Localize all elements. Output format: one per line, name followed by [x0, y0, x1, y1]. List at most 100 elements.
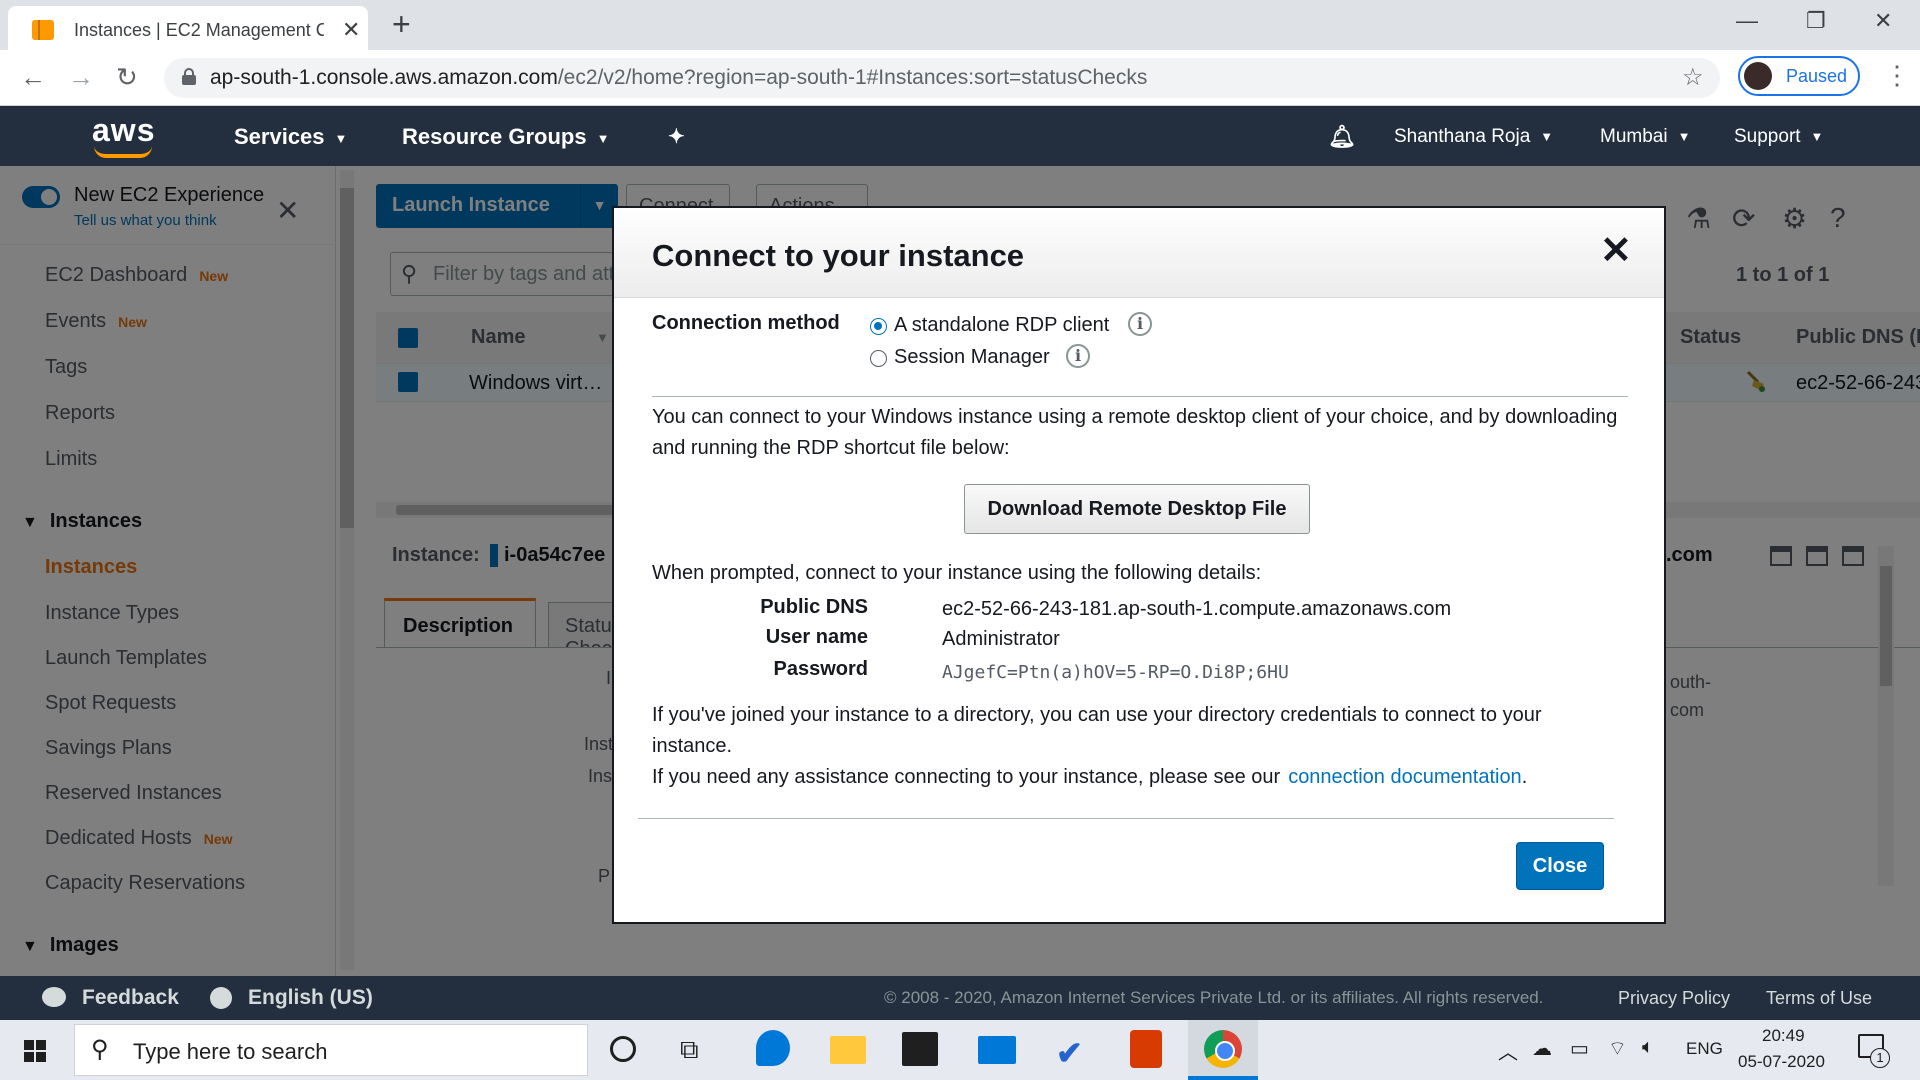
- connection-documentation-link[interactable]: connection documentation: [1288, 766, 1522, 788]
- taskbar-search-input[interactable]: ⚲ Type here to search: [74, 1024, 588, 1076]
- reload-icon[interactable]: ↻: [116, 62, 138, 93]
- url-host: ap-south-1.console.aws.amazon.com: [210, 66, 558, 89]
- terms-of-use-link[interactable]: Terms of Use: [1766, 988, 1872, 1009]
- prompt-text: When prompted, connect to your instance …: [652, 562, 1262, 584]
- assist-text: If you need any assistance connecting to…: [652, 766, 1527, 789]
- cortana-icon[interactable]: [610, 1036, 636, 1062]
- user-name-value[interactable]: Administrator: [942, 628, 1060, 651]
- copyright-text: © 2008 - 2020, Amazon Internet Services …: [884, 988, 1544, 1007]
- chevron-down-icon: ▼: [1810, 129, 1824, 145]
- services-menu[interactable]: Services ▼: [234, 124, 347, 150]
- rdp-intro-text: You can connect to your Windows instance…: [652, 406, 1618, 459]
- assist-sentence: If you need any assistance connecting to…: [652, 766, 1281, 788]
- pushpin-icon[interactable]: ✦: [668, 124, 685, 149]
- dialog-header: Connect to your instance ✕: [614, 208, 1664, 298]
- user-name: Shanthana Roja: [1394, 126, 1531, 147]
- back-arrow-icon[interactable]: ←: [20, 62, 46, 93]
- bell-icon[interactable]: 🔔︎: [1328, 124, 1356, 150]
- clock-date[interactable]: 05-07-2020: [1738, 1052, 1825, 1072]
- forward-arrow-icon[interactable]: →: [68, 62, 94, 93]
- clock-time[interactable]: 20:49: [1762, 1026, 1805, 1046]
- user-name-label: User name: [765, 626, 868, 648]
- browser-tab[interactable]: Instances | EC2 Management Console ✕: [8, 6, 368, 50]
- services-label: Services: [234, 124, 325, 149]
- connect-instance-dialog: Connect to your instance ✕ Connection me…: [612, 206, 1666, 924]
- close-icon[interactable]: ✕: [1600, 232, 1632, 270]
- close-button[interactable]: Close: [1516, 842, 1604, 890]
- privacy-policy-link[interactable]: Privacy Policy: [1618, 988, 1730, 1009]
- session-manager-label[interactable]: Session Manager: [894, 346, 1050, 369]
- support-label: Support: [1734, 126, 1801, 147]
- speech-bubble-icon[interactable]: [42, 987, 66, 1007]
- browser-menu-icon[interactable]: ⋮: [1884, 60, 1910, 91]
- aws-top-nav: aws Services ▼ Resource Groups ▼ ✦ 🔔︎ Shan…: [0, 106, 1920, 166]
- chevron-down-icon: ▼: [334, 130, 348, 146]
- todo-icon[interactable]: ✔: [1056, 1034, 1083, 1072]
- lock-icon[interactable]: [182, 68, 196, 85]
- battery-icon[interactable]: ▭: [1570, 1036, 1589, 1061]
- chrome-icon[interactable]: [1204, 1030, 1242, 1068]
- url-path: /ec2/v2/home?region=ap-south-1#Instances…: [557, 66, 1148, 89]
- chevron-down-icon: ▼: [1677, 129, 1691, 145]
- password-label: Password: [773, 658, 868, 680]
- dialog-title: Connect to your instance: [652, 238, 1025, 273]
- resource-groups-menu[interactable]: Resource Groups ▼: [402, 124, 609, 150]
- minimize-button[interactable]: —: [1736, 8, 1758, 34]
- divider: [652, 396, 1628, 397]
- public-dns-label: Public DNS: [760, 596, 868, 618]
- active-app-indicator: [1188, 1076, 1258, 1080]
- search-placeholder: Type here to search: [133, 1039, 328, 1064]
- tab-title: Instances | EC2 Management Console: [74, 20, 324, 40]
- input-language[interactable]: ENG: [1686, 1039, 1723, 1059]
- store-icon[interactable]: [902, 1032, 938, 1066]
- divider: [638, 818, 1614, 819]
- cloud-icon[interactable]: ☁: [1532, 1036, 1552, 1061]
- avatar: [1744, 62, 1772, 90]
- download-rdp-file-button[interactable]: Download Remote Desktop File: [964, 484, 1310, 534]
- address-toolbar: ← → ↻ ap-south-1.console.aws.amazon.com/…: [0, 50, 1920, 106]
- feedback-button[interactable]: Feedback: [82, 986, 179, 1010]
- info-icon[interactable]: i: [1128, 312, 1152, 336]
- rdp-client-label[interactable]: A standalone RDP client: [894, 314, 1109, 337]
- console-footer: Feedback English (US) © 2008 - 2020, Ama…: [0, 976, 1920, 1020]
- profile-paused-button[interactable]: Paused: [1738, 56, 1860, 96]
- volume-icon[interactable]: 🔈︎: [1642, 1036, 1654, 1059]
- file-explorer-icon[interactable]: [830, 1036, 866, 1064]
- language-selector[interactable]: English (US): [248, 986, 373, 1010]
- windows-taskbar: ⚲ Type here to search ⧉ ✔ ︿ ☁ ▭ ⌔ 🔈︎ ENG…: [0, 1020, 1920, 1080]
- session-manager-radio[interactable]: [870, 350, 887, 367]
- region-menu[interactable]: Mumbai ▼: [1600, 126, 1690, 148]
- user-menu[interactable]: Shanthana Roja ▼: [1394, 126, 1553, 148]
- new-tab-button[interactable]: +: [392, 6, 411, 43]
- connection-method-label: Connection method: [652, 312, 840, 334]
- profile-status-label: Paused: [1786, 66, 1848, 86]
- public-dns-value[interactable]: ec2-52-66-243-181.ap-south-1.compute.ama…: [942, 598, 1451, 621]
- office-icon[interactable]: [1130, 1030, 1162, 1068]
- notification-count-badge: 1: [1870, 1048, 1890, 1068]
- edge-browser-icon[interactable]: [756, 1030, 790, 1066]
- task-view-icon[interactable]: ⧉: [680, 1034, 699, 1066]
- bookmark-star-icon[interactable]: ☆: [1682, 63, 1704, 92]
- url-bar[interactable]: ap-south-1.console.aws.amazon.com/ec2/v2…: [164, 58, 1720, 98]
- windows-start-icon[interactable]: [24, 1040, 46, 1062]
- chevron-down-icon: ▼: [596, 130, 610, 146]
- chevron-up-icon[interactable]: ︿: [1498, 1036, 1518, 1065]
- browser-tab-strip: Instances | EC2 Management Console ✕ + —…: [0, 0, 1920, 50]
- mail-icon[interactable]: [978, 1036, 1016, 1064]
- tab-close-icon[interactable]: ✕: [342, 17, 360, 43]
- restore-button[interactable]: ❐: [1806, 8, 1826, 34]
- password-value[interactable]: AJgefC=Ptn(a)hOV=5-RP=O.Di8P;6HU: [942, 662, 1289, 683]
- region-name: Mumbai: [1600, 126, 1668, 147]
- wifi-icon[interactable]: ⌔: [1608, 1036, 1627, 1061]
- directory-note: If you've joined your instance to a dire…: [652, 704, 1542, 757]
- rdp-client-radio[interactable]: [870, 318, 887, 335]
- url-text[interactable]: ap-south-1.console.aws.amazon.com/ec2/v2…: [210, 66, 1147, 90]
- window-close-button[interactable]: ✕: [1874, 8, 1892, 34]
- aws-logo[interactable]: aws: [92, 112, 155, 149]
- search-icon: ⚲: [91, 1036, 109, 1063]
- chevron-down-icon: ▼: [1540, 129, 1554, 145]
- info-icon[interactable]: i: [1066, 344, 1090, 368]
- aws-favicon-icon: [32, 20, 54, 40]
- globe-icon[interactable]: [210, 987, 232, 1009]
- support-menu[interactable]: Support ▼: [1734, 126, 1823, 148]
